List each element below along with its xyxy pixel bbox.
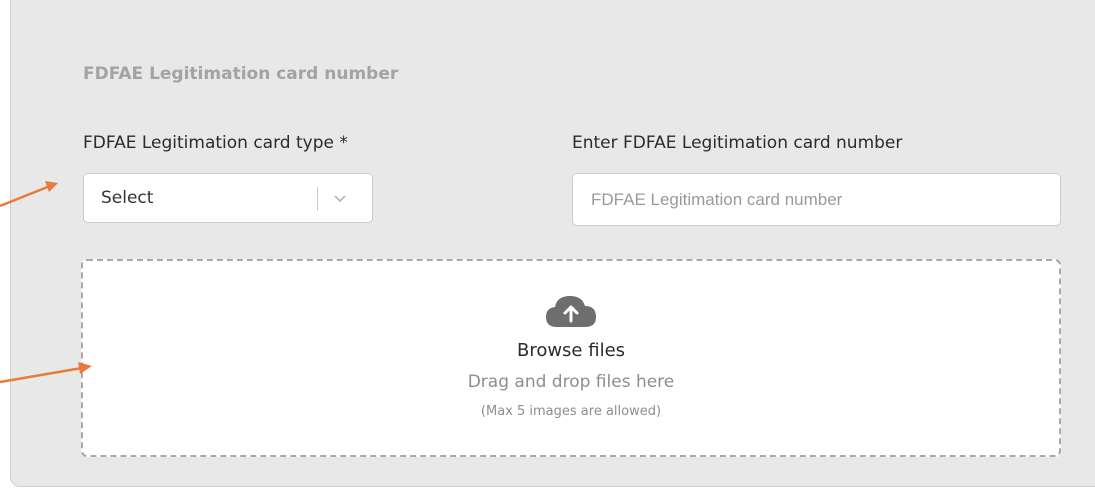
form-panel: FDFAE Legitimation card number FDFAE Leg… <box>10 0 1095 487</box>
card-number-label: Enter FDFAE Legitimation card number <box>572 133 903 153</box>
card-type-label: FDFAE Legitimation card type * <box>83 133 348 153</box>
drag-drop-hint: Drag and drop files here <box>467 372 675 392</box>
arrow-icon <box>0 181 58 208</box>
annotation-arrows <box>0 181 92 384</box>
arrow-icon <box>0 362 92 384</box>
upload-limit-note: (Max 5 images are allowed) <box>480 404 662 419</box>
file-dropzone[interactable]: Browse files Drag and drop files here (M… <box>81 259 1061 457</box>
cloud-upload-icon <box>546 296 596 327</box>
chevron-down-icon[interactable] <box>332 190 348 206</box>
card-type-select[interactable]: Select <box>83 173 373 223</box>
select-separator <box>317 187 318 211</box>
card-number-input[interactable] <box>572 173 1061 226</box>
browse-files-link[interactable]: Browse files <box>83 340 1059 361</box>
section-title: FDFAE Legitimation card number <box>83 64 399 84</box>
